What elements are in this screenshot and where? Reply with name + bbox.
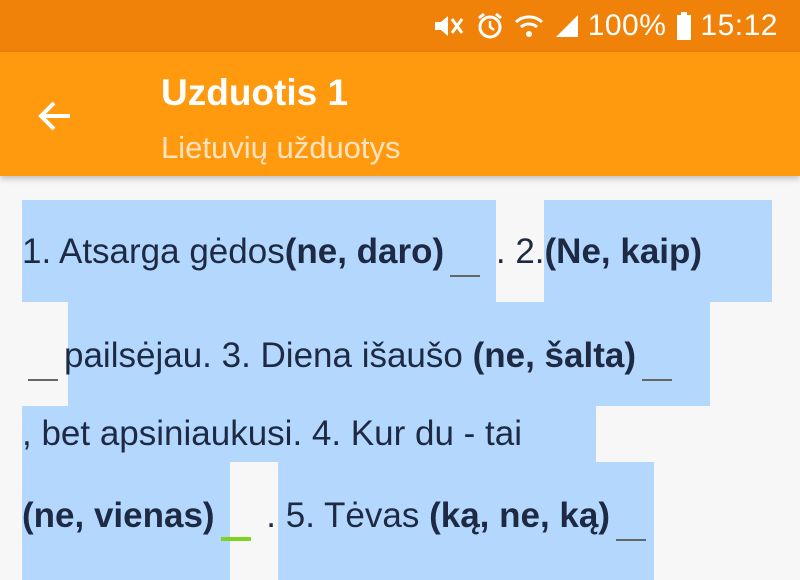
- answer-blank-5[interactable]: [616, 535, 646, 541]
- status-bar: 100% 15:12: [0, 0, 800, 52]
- exercise-content: 1. Atsarga gėdos(ne, daro) . 2.(Ne, kaip…: [0, 176, 800, 580]
- battery-icon: [676, 12, 692, 40]
- signal-icon: [554, 13, 580, 39]
- answer-blank-4[interactable]: [220, 533, 251, 541]
- page-title: Uzduotis 1: [161, 72, 349, 113]
- exercise-line-4: (ne, vienas) . 5. Tėvas (ką, ne, ką): [22, 496, 652, 541]
- exercise-line-3: , bet apsiniaukusi. 4. Kur du - tai: [22, 414, 522, 453]
- exercise-line-2: pailsėjau. 3. Diena išaušo (ne, šalta): [22, 336, 678, 381]
- exercise-line-1: 1. Atsarga gėdos(ne, daro) . 2.(Ne, kaip…: [22, 232, 702, 277]
- alarm-icon: [476, 12, 504, 40]
- back-button[interactable]: [30, 92, 78, 140]
- arrow-back-icon: [38, 101, 70, 131]
- answer-blank-2[interactable]: [28, 375, 58, 381]
- app-bar: Uzduotis 1 Lietuvių užduotys: [0, 52, 800, 176]
- clock: 15:12: [700, 9, 778, 42]
- answer-blank-3[interactable]: [641, 375, 672, 381]
- battery-percent: 100%: [587, 9, 667, 42]
- page-subtitle: Lietuvių užduotys: [161, 130, 401, 165]
- mute-icon: [432, 13, 466, 39]
- wifi-icon: [514, 13, 544, 39]
- answer-blank-1[interactable]: [450, 271, 481, 277]
